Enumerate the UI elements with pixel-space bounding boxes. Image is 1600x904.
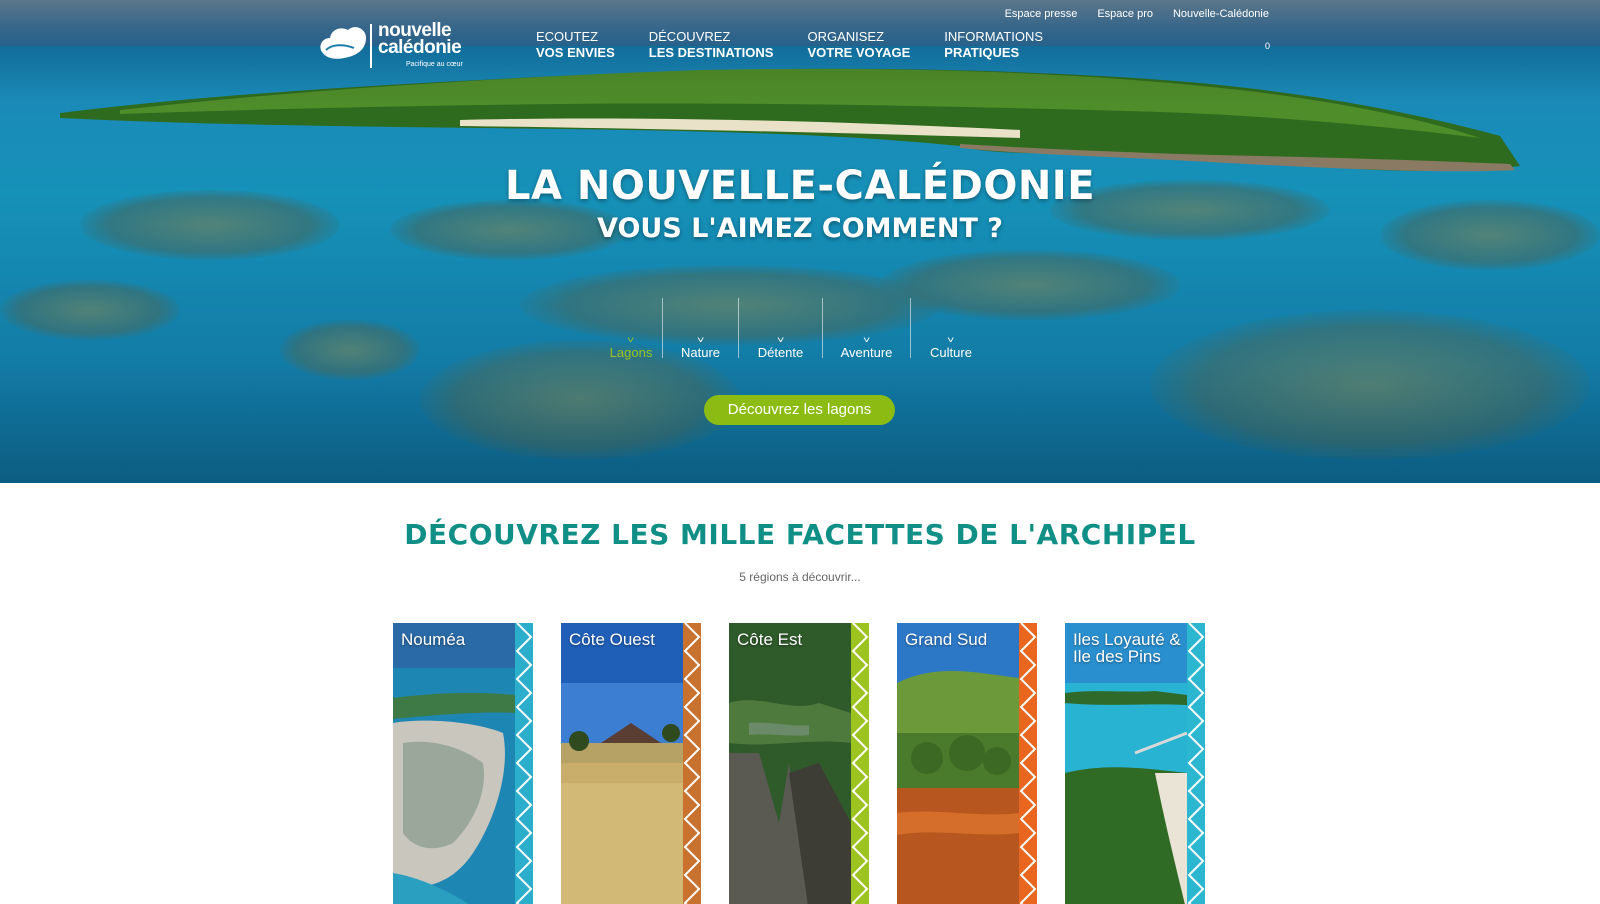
section-subtitle: 5 régions à découvrir... [739,570,861,584]
region-image-noumea [393,623,515,904]
region-image-grand-sud [897,623,1019,904]
region-name: Côte Ouest [569,630,655,649]
region-stripe-pattern [683,623,701,904]
region-stripe-pattern [851,623,869,904]
nav-line2: votre voyage [807,45,911,60]
chevron-down-icon: ˅ [862,335,871,345]
tab-label: Aventure [840,345,893,360]
region-card-iles-loyaute[interactable]: Iles Loyauté & Ile des Pins [1065,623,1205,904]
tab-culture[interactable]: ˅ Culture [911,298,991,364]
region-image-cote-est [729,623,851,904]
cart-count-badge[interactable]: 0 [1265,41,1270,51]
nav-decouvrez[interactable]: Découvrez les destinations [649,29,774,61]
region-image-cote-ouest [561,623,683,904]
region-stripe-pattern [515,623,533,904]
logo-tagline: Pacifique au cœur [406,61,463,68]
heart-cloud-logo-icon [320,27,366,59]
region-stripe-pattern [1187,623,1205,904]
nav-organisez[interactable]: Organisez votre voyage [807,29,910,61]
main-navigation: Ecoutez vos envies Découvrez les destina… [536,29,1077,61]
tab-lagons[interactable]: ˅ Lagons [600,298,662,364]
hero-title-line1: La Nouvelle-Calédonie [504,163,1096,209]
region-name: Côte Est [737,630,803,649]
region-name: Grand Sud [905,630,988,649]
region-name: Nouméa [401,630,466,649]
tab-detente[interactable]: ˅ Détente [739,298,822,364]
link-espace-presse[interactable]: Espace presse [1005,8,1078,20]
link-nouvelle-caledonie[interactable]: Nouvelle-Calédonie [1173,8,1269,20]
discover-lagons-button[interactable]: Découvrez les lagons [704,395,895,425]
hero-title: La Nouvelle-Calédonie vous l'aimez comme… [0,163,1600,244]
nav-ecoutez[interactable]: Ecoutez vos envies [536,29,615,61]
utility-navigation: Espace presse Espace pro Nouvelle-Calédo… [985,8,1269,20]
tab-label: Lagons [609,345,653,360]
chevron-down-icon: ˅ [776,335,785,345]
region-card-noumea[interactable]: Nouméa [393,623,533,904]
nav-line2: pratiques [944,45,1020,60]
tab-label: Culture [930,345,972,360]
region-card-cote-est[interactable]: Côte Est [729,623,869,904]
region-stripe-pattern [1019,623,1037,904]
logo-divider [370,24,372,68]
hero-title-line2: vous l'aimez comment ? [597,213,1003,244]
nav-line2: vos envies [536,45,615,60]
logo-line2: calédonie [378,37,462,58]
region-card-grand-sud[interactable]: Grand Sud [897,623,1037,904]
nav-line1: Informations [944,29,1043,44]
experience-tabs: ˅ Lagons ˅ Nature ˅ Détente ˅ Aventure ˅… [600,298,991,364]
nav-line2: les destinations [648,45,774,60]
region-card-cote-ouest[interactable]: Côte Ouest [561,623,701,904]
nav-line1: Découvrez [648,29,731,44]
tab-label: Détente [757,345,804,360]
tab-label: Nature [680,345,721,360]
regions-list: Nouméa Côte Ouest Côte Est Grand Sud Ile… [393,623,1205,904]
nav-line1: Organisez [807,29,885,44]
chevron-down-icon: ˅ [627,335,635,345]
site-logo[interactable]: nouvelle calédonie Pacifique au cœur [318,21,468,72]
section-title: Découvrez les mille facettes de l'archip… [404,518,1196,551]
chevron-down-icon: ˅ [696,335,705,345]
link-espace-pro[interactable]: Espace pro [1097,8,1153,20]
nav-informations[interactable]: Informations pratiques [944,29,1043,61]
region-name: Iles Loyauté & Ile des Pins [1073,630,1181,666]
tab-nature[interactable]: ˅ Nature [663,298,738,364]
logo-wordmark: nouvelle calédonie [378,21,462,58]
chevron-down-icon: ˅ [947,335,955,345]
nav-line1: Ecoutez [536,29,599,44]
tab-aventure[interactable]: ˅ Aventure [823,298,910,364]
